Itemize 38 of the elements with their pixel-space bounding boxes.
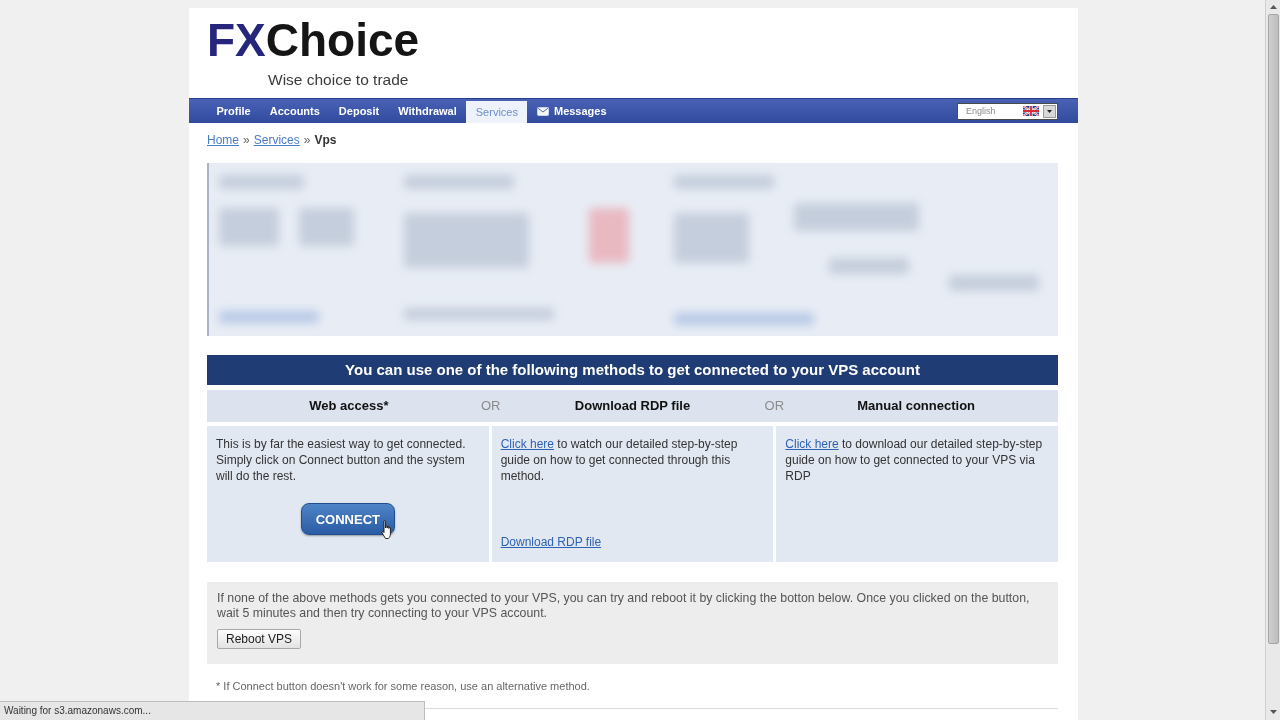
nav-tab[interactable]: Withdrawal bbox=[388, 99, 467, 123]
scroll-up-arrow-icon[interactable] bbox=[1269, 5, 1277, 9]
logo-tagline: Wise choice to trade bbox=[268, 70, 409, 90]
download-link[interactable]: Download RDP file bbox=[500, 534, 602, 550]
guide-link[interactable]: Click here bbox=[785, 437, 839, 451]
nav-tab[interactable]: Profile bbox=[207, 99, 261, 123]
method-heading: Manual connection bbox=[857, 398, 975, 414]
caret-icon[interactable] bbox=[1043, 104, 1056, 118]
language-select[interactable]: English bbox=[957, 102, 1058, 120]
nav-tab[interactable]: Deposit bbox=[329, 99, 389, 123]
breadcrumb-separator: » bbox=[303, 132, 311, 148]
flag-icon bbox=[1023, 106, 1039, 116]
nav-tab[interactable]: Accounts bbox=[260, 99, 330, 123]
reboot-button[interactable]: Reboot VPS bbox=[217, 629, 302, 649]
scrollbar-thumb[interactable] bbox=[1267, 14, 1279, 644]
breadcrumb-separator: » bbox=[243, 132, 250, 148]
status-bar: Waiting for s3.amazonaws.com... bbox=[0, 701, 425, 720]
nav-tab[interactable]: Messages bbox=[527, 99, 617, 123]
footnote: * If Connect button doesn't work for some reason, use an alternative method. bbox=[216, 679, 590, 693]
envelope-icon bbox=[536, 106, 549, 116]
breadcrumb-current: Vps bbox=[314, 132, 337, 148]
methods-title: You can use one of the following methods to get connected to your VPS account bbox=[207, 355, 1058, 385]
hand-cursor-icon bbox=[379, 520, 394, 540]
method-description: Click here to watch our detailed step-by-step guide on how to get connected through this method. bbox=[500, 436, 739, 484]
or-label: OR bbox=[764, 398, 785, 414]
method-description: This is by far the easiest way to get connected. Simply click on Connect button and the system will do the rest. bbox=[216, 436, 467, 484]
method-description: Click here to download our detailed step-by-step guide on how to get connected to your VPS via RDP bbox=[785, 436, 1044, 484]
method-heading: Web access* bbox=[309, 398, 389, 414]
breadcrumb-link[interactable]: Home bbox=[207, 132, 239, 148]
reboot-instructions: If none of the above methods gets you connected to your VPS, you can try and reboot it by clicking the botton below. Once you clicked on the button, wait 5 minutes and then try connecting to your VPS account. bbox=[217, 591, 1031, 621]
connect-button[interactable]: CONNECT bbox=[300, 503, 395, 535]
method-heading: Download RDP file bbox=[574, 398, 691, 414]
guide-link[interactable]: Click here bbox=[500, 437, 554, 451]
or-label: OR bbox=[480, 398, 501, 414]
breadcrumb-link[interactable]: Services bbox=[253, 132, 300, 148]
scroll-down-arrow-icon[interactable] bbox=[1269, 710, 1277, 714]
nav-tab[interactable]: Services bbox=[466, 101, 528, 123]
logo: FXChoice bbox=[207, 17, 420, 63]
